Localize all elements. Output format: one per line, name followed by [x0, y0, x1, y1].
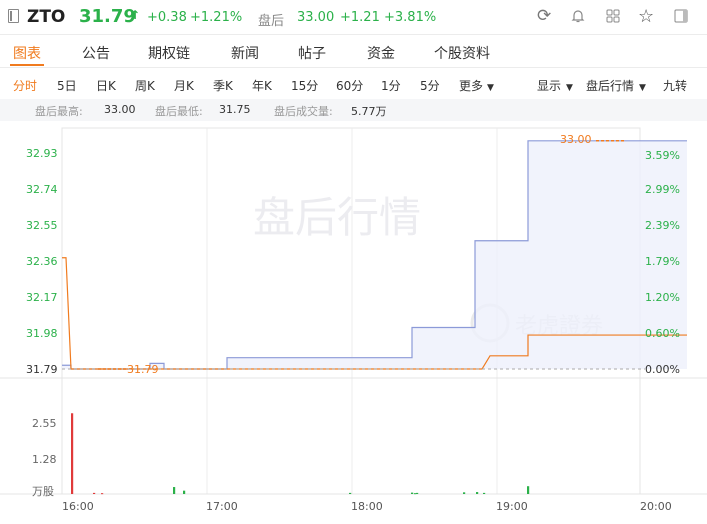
header-divider	[0, 34, 707, 35]
after-hours-price: 33.00	[297, 10, 335, 25]
period-more-dropdown[interactable]: 更多 ▼	[459, 77, 494, 94]
tab-funds[interactable]: 资金	[367, 43, 395, 63]
baseline-price-marker: 31.79	[127, 363, 159, 376]
y-tick-right: 1.79%	[645, 255, 680, 268]
y-tick-left: 32.74	[26, 183, 58, 196]
y-tick-left: 32.55	[26, 219, 58, 232]
tab-divider	[0, 67, 707, 68]
y-tick-right: 1.20%	[645, 291, 680, 304]
tab-chart[interactable]: 图表	[13, 43, 41, 63]
volume-bar	[416, 492, 419, 494]
period-yearly[interactable]: 年K	[252, 77, 272, 94]
ah-high-label: 盘后最高:	[35, 105, 83, 118]
after-hours-dropdown[interactable]: 盘后行情 ▼	[586, 77, 646, 94]
tab-profile[interactable]: 个股资料	[434, 43, 490, 63]
display-label: 显示	[537, 79, 562, 93]
volume-bar	[527, 486, 530, 494]
tab-announcements[interactable]: 公告	[82, 43, 110, 63]
volume-bar	[93, 492, 96, 494]
ah-volume-value: 5.77万	[351, 105, 387, 118]
y-tick-right-base: 0.00%	[645, 363, 680, 376]
y-tick-left: 32.36	[26, 255, 58, 268]
y-tick-right: 0.60%	[645, 327, 680, 340]
last-price-marker: 33.00	[560, 133, 592, 146]
ah-high-value: 33.00	[104, 103, 136, 116]
after-hours-change: +1.21	[340, 10, 380, 25]
period-weekly[interactable]: 周K	[135, 77, 155, 94]
volume-bar	[173, 487, 176, 494]
ah-low-label: 盘后最低:	[155, 105, 203, 118]
y-tick-left-base: 31.79	[26, 363, 58, 376]
tab-news[interactable]: 新闻	[231, 43, 259, 63]
active-tab-indicator	[10, 64, 44, 66]
x-tick: 17:00	[206, 500, 238, 513]
ah-volume-label: 盘后成交量:	[274, 105, 333, 118]
tab-posts[interactable]: 帖子	[298, 43, 326, 63]
refresh-icon[interactable]: ⟳	[537, 6, 551, 26]
volume-bar	[101, 493, 104, 495]
volume-bar	[71, 413, 74, 494]
period-quarterly[interactable]: 季K	[213, 77, 233, 94]
period-5day[interactable]: 5日	[57, 77, 77, 94]
intraday-chart[interactable]: 盘后行情老虎證券	[0, 122, 707, 524]
volume-bar	[476, 492, 479, 494]
panel-toggle-icon[interactable]	[673, 8, 689, 28]
caret-down-icon: ▼	[487, 83, 494, 93]
caret-down-icon: ▼	[639, 83, 646, 93]
price-change: +0.38	[147, 10, 187, 25]
x-tick: 16:00	[62, 500, 94, 513]
y-tick-right: 2.99%	[645, 183, 680, 196]
y-tick-left: 31.98	[26, 327, 58, 340]
price-change-percent: +1.21%	[190, 10, 243, 25]
nine-turn-button[interactable]: 九转	[663, 77, 687, 94]
period-daily[interactable]: 日K	[96, 77, 116, 94]
period-15min[interactable]: 15分	[291, 77, 318, 94]
volume-bar	[463, 492, 466, 494]
grid-icon[interactable]	[605, 8, 621, 28]
watermark-title: 盘后行情	[253, 193, 421, 242]
period-60min[interactable]: 60分	[336, 77, 363, 94]
volume-bar	[411, 492, 414, 494]
last-price: 31.79	[79, 6, 136, 27]
x-tick: 19:00	[496, 500, 528, 513]
ticker-symbol: ZTO	[27, 7, 66, 27]
tab-options[interactable]: 期权链	[148, 43, 190, 63]
volume-tick: 1.28	[32, 453, 57, 466]
period-5min[interactable]: 5分	[420, 77, 440, 94]
caret-down-icon: ▼	[566, 83, 573, 93]
stock-header: ZTO 31.79 ↑ +0.38 +1.21% 盘后 33.00 +1.21 …	[0, 0, 707, 34]
bell-icon[interactable]	[570, 8, 586, 28]
volume-bar	[183, 490, 186, 494]
display-dropdown[interactable]: 显示 ▼	[537, 77, 573, 94]
after-hours-dropdown-label: 盘后行情	[586, 79, 635, 93]
volume-tick: 2.55	[32, 417, 57, 430]
period-1min[interactable]: 1分	[381, 77, 401, 94]
period-intraday[interactable]: 分时	[13, 77, 37, 94]
volume-bar	[483, 492, 486, 494]
x-tick: 18:00	[351, 500, 383, 513]
volume-bar	[414, 493, 417, 495]
y-tick-left: 32.93	[26, 147, 58, 160]
up-arrow-icon: ↑	[130, 8, 141, 22]
after-hours-stats: 盘后最高: 33.00 盘后最低: 31.75 盘后成交量: 5.77万	[0, 99, 707, 121]
y-tick-left: 32.17	[26, 291, 58, 304]
ah-low-value: 31.75	[219, 103, 251, 116]
after-hours-label: 盘后	[258, 14, 285, 29]
volume-unit-label: 万股	[32, 485, 54, 498]
x-tick: 20:00	[640, 500, 672, 513]
y-tick-right: 3.59%	[645, 149, 680, 162]
star-icon[interactable]: ☆	[638, 6, 654, 27]
y-tick-right: 2.39%	[645, 219, 680, 232]
more-label: 更多	[459, 79, 484, 93]
period-monthly[interactable]: 月K	[174, 77, 194, 94]
after-hours-change-percent: +3.81%	[384, 10, 437, 25]
volume-bar	[349, 492, 352, 494]
